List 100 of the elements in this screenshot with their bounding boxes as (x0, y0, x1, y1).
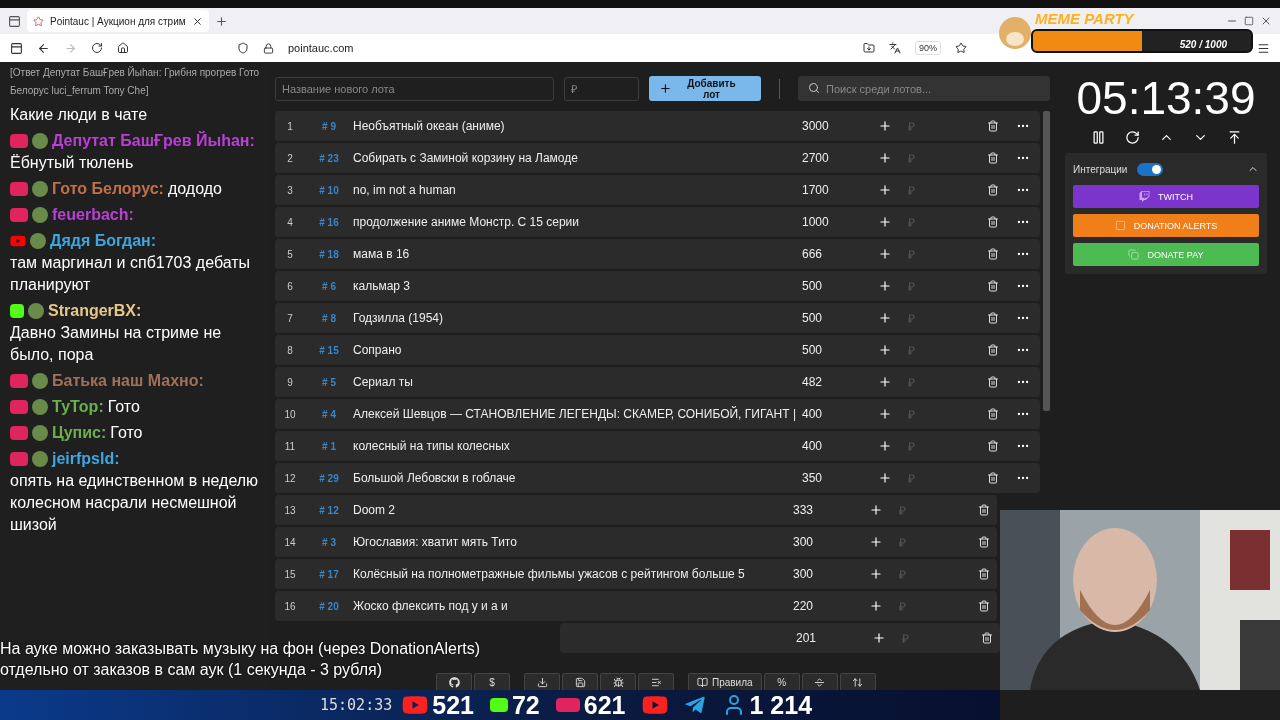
plus-icon[interactable] (878, 119, 892, 133)
delete-icon[interactable] (978, 504, 990, 516)
emote-icon (32, 207, 48, 223)
toolbar-button[interactable] (638, 673, 674, 691)
delete-icon[interactable] (987, 440, 999, 452)
translate-icon[interactable] (889, 42, 901, 54)
toolbar-button[interactable]: Правила (688, 673, 762, 691)
delete-icon[interactable] (987, 408, 999, 420)
delete-icon[interactable] (987, 280, 999, 292)
plus-icon[interactable] (878, 151, 892, 165)
delete-icon[interactable] (981, 632, 993, 644)
delete-icon[interactable] (987, 472, 999, 484)
plus-icon[interactable] (878, 183, 892, 197)
delete-icon[interactable] (987, 248, 999, 260)
restart-icon[interactable] (1124, 130, 1140, 145)
chat-message: Гото (110, 423, 143, 443)
lot-row[interactable]: 201 ₽ (560, 623, 1000, 653)
plus-icon[interactable] (878, 215, 892, 229)
plus-icon[interactable] (869, 599, 883, 613)
lot-row[interactable]: 5 # 18 мама в 16 666 ₽ (275, 239, 1040, 269)
toolbar-button[interactable] (436, 673, 472, 691)
zoom-level[interactable]: 90% (915, 41, 941, 55)
tabs-icon[interactable] (8, 14, 21, 28)
integration-button[interactable]: TWITCH (1073, 185, 1259, 208)
lot-row[interactable]: 9 # 5 Сериал ты 482 ₽ (275, 367, 1040, 397)
toolbar-button[interactable]: $ (474, 673, 510, 691)
lot-row[interactable]: 16 # 20 Жоско флексить под у и а и 220 ₽ (275, 591, 997, 621)
lot-amount: 500 (802, 279, 824, 293)
delete-icon[interactable] (978, 536, 990, 548)
toolbar-button[interactable] (801, 673, 838, 691)
lot-row[interactable]: 2 # 23 Собирать с Заминой корзину на Ламоде 2700 ₽ (275, 143, 1040, 173)
plus-icon[interactable] (872, 631, 886, 645)
delete-icon[interactable] (987, 216, 999, 228)
delete-icon[interactable] (987, 312, 999, 324)
meme-count: 520 / 1000 (1179, 39, 1227, 50)
plus-icon[interactable] (878, 311, 892, 325)
lot-row[interactable]: 14 # 3 Югославия: хватит мять Тито 300 ₽ (275, 527, 997, 557)
lot-name-field[interactable]: Название нового лота (275, 76, 555, 101)
pause-icon[interactable] (1090, 130, 1106, 145)
lot-row[interactable]: 10 # 4 Алексей Шевцов — СТАНОВЛЕНИЕ ЛЕГЕНДЫ: СКАМЕР, СОНИБОЙ, ГИГАНТ | 400 ₽ (275, 399, 1040, 429)
kick-icon (489, 698, 508, 712)
lot-row[interactable]: 11 # 1 колесный на типы колесных 400 ₽ (275, 431, 1040, 461)
plus-icon[interactable] (878, 279, 892, 293)
delete-icon[interactable] (987, 376, 999, 388)
plus-icon[interactable] (878, 471, 892, 485)
lot-row[interactable]: 8 # 15 Сопрано 500 ₽ (275, 335, 1040, 365)
plus-icon[interactable] (869, 567, 883, 581)
toolbar-button[interactable] (562, 673, 598, 691)
integrations-toggle[interactable] (1137, 162, 1164, 176)
lot-index: 10 (283, 408, 297, 420)
delete-icon[interactable] (978, 600, 990, 612)
delete-icon[interactable] (987, 120, 999, 132)
toggle-knob[interactable] (1152, 164, 1162, 174)
viewer-count: 521 (432, 690, 474, 720)
search-field[interactable]: Поиск среди лотов... (798, 76, 1050, 101)
scrollbar[interactable] (1043, 111, 1050, 411)
close-icon[interactable] (191, 15, 203, 27)
shield-icon[interactable] (237, 42, 249, 54)
browser-tab[interactable]: Pointauc | Аукцион для стрим (27, 10, 209, 32)
toolbar-button[interactable] (839, 673, 876, 691)
add-lot-button[interactable]: Добавить лот (649, 76, 761, 101)
lot-amount: 500 (802, 311, 824, 325)
plus-icon[interactable] (878, 343, 892, 357)
plus-icon[interactable] (869, 535, 883, 549)
reload-icon[interactable] (91, 42, 103, 54)
toolbar-button[interactable] (600, 673, 636, 691)
lot-row[interactable]: 1 # 9 Необъятный океан (аниме) 3000 ₽ (275, 111, 1040, 141)
lot-row[interactable]: 6 # 6 кальмар 3 500 ₽ (275, 271, 1040, 301)
lot-row[interactable]: 4 # 16 продолжение аниме Монстр. С 15 серии 1000 ₽ (275, 207, 1040, 237)
save-page-icon[interactable] (863, 42, 875, 54)
toolbar-button[interactable] (524, 673, 560, 691)
lot-row[interactable]: 13 # 12 Doom 2 333 ₽ (275, 495, 997, 525)
delete-icon[interactable] (987, 152, 999, 164)
plus-icon[interactable] (878, 375, 892, 389)
lot-row[interactable]: 7 # 8 Годзилла (1954) 500 ₽ (275, 303, 1040, 333)
lot-name: Необъятный океан (аниме) (353, 119, 506, 133)
maximize-icon[interactable] (1244, 16, 1254, 26)
delete-icon[interactable] (987, 344, 999, 356)
amount-field[interactable]: ₽ (564, 76, 640, 101)
toolbar-button[interactable]: % (763, 673, 800, 691)
plus-icon[interactable] (878, 439, 892, 453)
chat-message: дододо (167, 179, 222, 199)
home-icon[interactable] (117, 42, 129, 54)
menu-icon[interactable] (1257, 41, 1270, 55)
plus-icon[interactable] (878, 407, 892, 421)
new-tab-icon[interactable] (214, 14, 228, 28)
delete-icon[interactable] (978, 568, 990, 580)
lot-row[interactable]: 12 # 29 Большой Лебовски в гоблаче 350 ₽ (275, 463, 1040, 493)
lot-id: # 8 (321, 312, 337, 324)
integrations-label: Интеграции (1073, 163, 1128, 175)
back-icon[interactable] (37, 41, 50, 55)
delete-icon[interactable] (987, 184, 999, 196)
plus-icon[interactable] (878, 247, 892, 261)
close-icon[interactable] (1260, 15, 1272, 27)
lot-row[interactable]: 15 # 17 Колёсный на полнометражные фильмы ужасов с рейтингом больше 5 300 ₽ (275, 559, 997, 589)
lot-row[interactable]: 3 # 10 no, im not a human 1700 ₽ (275, 175, 1040, 205)
url-field[interactable]: pointauc.com (288, 42, 354, 54)
sidebar-icon[interactable] (10, 41, 23, 55)
plus-icon[interactable] (869, 503, 883, 517)
bookmark-icon[interactable] (955, 42, 967, 54)
